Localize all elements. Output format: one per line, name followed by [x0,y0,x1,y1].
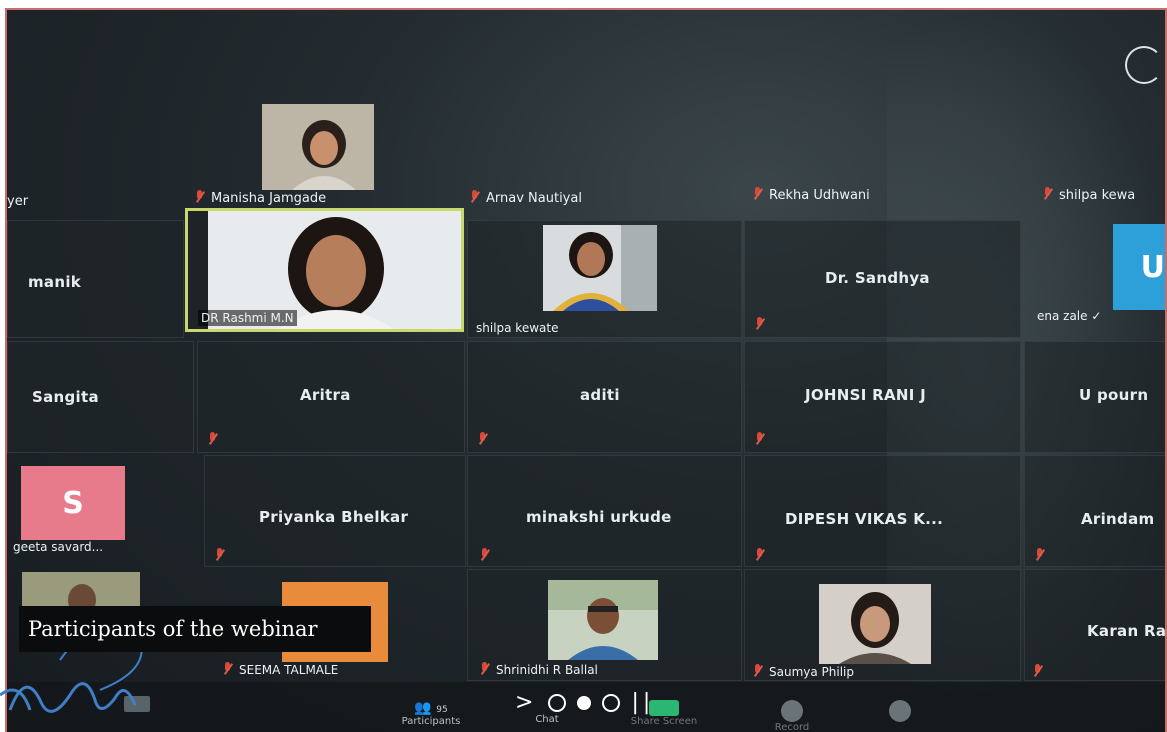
mic-muted-icon [753,664,763,678]
participant-tile[interactable]: Dr. Sandhya [744,220,1021,338]
participant-name-seema: SEEMA TALMALE [223,662,338,677]
mic-muted-icon [223,662,233,676]
participant-tile[interactable]: Shrinidhi R Ballal [467,569,742,681]
participant-label: DIPESH VIKAS K... [785,510,944,528]
page-dot-icon[interactable] [548,694,567,712]
mic-muted-icon [755,432,765,446]
participant-label: U pourn [1079,386,1149,404]
participant-label: Sangita [32,388,99,406]
participant-tile[interactable]: DIPESH VIKAS K... [744,455,1021,567]
reactions-icon [889,700,911,722]
participant-tile[interactable]: shilpa kewate [467,220,742,338]
reactions-button[interactable] [865,700,935,722]
loading-spinner-icon [1125,46,1163,84]
participant-name-shilpa: shilpa kewa [1043,187,1135,203]
mic-muted-icon [753,187,763,201]
mic-muted-icon [215,548,225,562]
participant-tile[interactable]: Saumya Philip [744,569,1021,681]
participant-name: ena zale ✓ [1037,309,1102,323]
participant-name: yer [7,194,29,209]
participant-label: Karan Ra [1087,622,1167,640]
participant-video[interactable] [262,104,374,190]
participant-label: Aritra [300,386,351,404]
participant-tile[interactable]: Karan Ra [1024,569,1167,681]
mic-muted-icon [478,432,488,446]
participant-name: shilpa kewate [476,321,559,335]
mic-muted-icon [470,190,480,204]
gallery-pager[interactable]: > || [515,690,654,715]
record-button[interactable]: Record [757,700,827,732]
person-video [819,584,931,664]
participant-label: Arindam [1081,510,1155,528]
person-thumbnail [262,104,374,190]
participant-name-arnav: Arnav Nautiyal [470,190,582,206]
participant-name: geeta savard... [13,540,104,554]
participant-tile[interactable]: U pourn [1024,341,1165,453]
participant-name-manisha: Manisha Jamgade [195,190,326,206]
pause-icon[interactable]: || [631,690,654,715]
next-page-icon[interactable]: > [515,690,537,715]
participants-button[interactable]: 👥 95 Participants [391,700,471,727]
mic-muted-icon [755,317,765,331]
participant-tile[interactable]: Sangita [7,341,194,453]
participant-tile[interactable]: aditi [467,341,742,453]
page-dot-icon[interactable] [602,694,621,712]
mic-muted-icon [208,432,218,446]
participant-name-saumya: Saumya Philip [753,664,854,679]
mic-muted-icon [1043,187,1053,201]
active-speaker-name: DR Rashmi M.N [198,310,297,326]
participant-label: Priyanka Bhelkar [259,508,409,526]
mic-muted-icon [480,548,490,562]
participant-name-shrinidhi: Shrinidhi R Ballal [480,662,598,677]
participant-tile[interactable]: JOHNSI RANI J [744,341,1021,453]
participant-tile[interactable]: manik [7,220,184,338]
participant-tile[interactable]: Arindam [1024,455,1165,567]
participant-tile[interactable]: Aritra [197,341,465,453]
participant-label: minakshi urkude [526,508,672,526]
mic-muted-icon [195,190,205,204]
avatar-u: U [1113,224,1165,310]
screenshot-frame: yer Manisha Jamgade Arnav Nautiyal Rekha… [0,0,1167,732]
person-video [543,225,657,311]
mic-muted-icon [480,662,490,676]
participant-label: JOHNSI RANI J [805,386,927,404]
image-caption: Participants of the webinar [19,606,371,652]
record-icon [781,700,803,722]
participants-icon: 👥 95 [414,700,448,716]
participant-tile[interactable]: Priyanka Bhelkar [204,455,466,567]
page-dot-active-icon[interactable] [577,696,592,710]
avatar-s: S [21,466,125,540]
chat-label: Chat [535,714,559,725]
chat-button[interactable]: Chat [517,714,577,725]
participants-label: Participants [401,716,461,727]
participant-tile[interactable]: minakshi urkude [467,455,742,567]
participant-name-rekha: Rekha Udhwani [753,187,870,203]
participant-label: aditi [580,386,620,404]
mic-muted-icon [1033,664,1043,678]
mic-muted-icon [1035,548,1045,562]
record-label: Record [774,722,810,732]
active-speaker-tile[interactable]: DR Rashmi M.N [185,208,464,332]
person-video [548,580,658,660]
participant-label: manik [28,273,82,291]
participant-label: Dr. Sandhya [825,269,930,287]
mic-muted-icon [755,548,765,562]
share-screen-label: Share Screen [630,716,698,727]
participants-count: 95 [436,705,448,715]
